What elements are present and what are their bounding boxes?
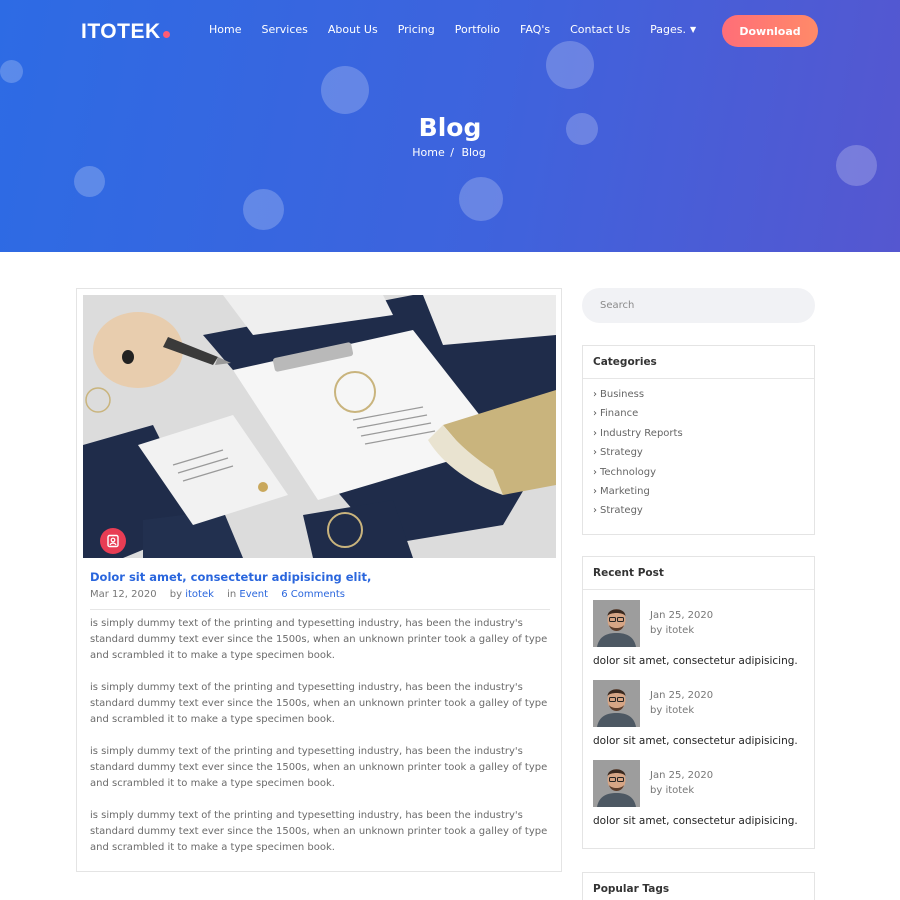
post-paragraph: is simply dummy text of the printing and… xyxy=(90,810,548,853)
post-category-link[interactable]: Event xyxy=(239,589,268,600)
post-in-label: in xyxy=(227,589,237,600)
post-title-link[interactable]: Dolor sit amet, consectetur adipisicing … xyxy=(90,570,550,584)
recent-post-author: by itotek xyxy=(650,785,695,796)
post-by-label: by xyxy=(169,589,183,600)
chevron-right-icon: › xyxy=(593,466,597,478)
category-label: Industry Reports xyxy=(600,427,683,439)
category-item-strategy-2[interactable]: › Strategy xyxy=(593,505,814,524)
nav-item-services[interactable]: Services xyxy=(261,23,307,36)
category-list: › Business › Finance › Industry Reports › St… xyxy=(583,379,814,525)
author-avatar xyxy=(593,760,640,807)
category-item-business[interactable]: › Business xyxy=(593,389,814,408)
chevron-right-icon: › xyxy=(593,485,597,497)
nav-item-contact-us[interactable]: Contact Us xyxy=(570,23,630,36)
category-label: Strategy xyxy=(600,447,643,459)
blog-post-card: Dolor sit amet, consectetur adipisicing … xyxy=(76,288,562,872)
post-meta: Mar 12, 2020 by itotek in Event 6 Commen… xyxy=(90,589,345,600)
avatar-portrait xyxy=(593,680,640,727)
caret-down-icon: ▼ xyxy=(690,25,697,34)
chevron-right-icon: › xyxy=(593,447,597,459)
author-avatar xyxy=(593,680,640,727)
category-label: Business xyxy=(600,389,645,400)
nav-item-portfolio[interactable]: Portfolio xyxy=(455,23,500,36)
category-label: Technology xyxy=(600,466,657,478)
post-body: is simply dummy text of the printing and… xyxy=(90,616,548,872)
category-label: Strategy xyxy=(600,505,643,517)
decor-bubble xyxy=(459,177,503,221)
post-paragraph: is simply dummy text of the printing and… xyxy=(90,746,548,789)
recent-post-author: by itotek xyxy=(650,625,695,636)
nav-item-home[interactable]: Home xyxy=(209,23,241,36)
category-item-strategy[interactable]: › Strategy xyxy=(593,447,814,466)
avatar-portrait xyxy=(593,600,640,647)
nav-item-about-us[interactable]: About Us xyxy=(328,23,378,36)
post-date: Mar 12, 2020 xyxy=(90,589,157,600)
recent-post-date: Jan 25, 2020 xyxy=(650,770,714,781)
nav-menu: Home Services About Us Pricing Portfolio… xyxy=(209,23,696,36)
page-header: ITOTEK Home Services About Us Pricing Po… xyxy=(0,0,900,252)
breadcrumb-home-link[interactable]: Home xyxy=(412,146,444,159)
chevron-right-icon: › xyxy=(593,427,597,439)
categories-title: Categories xyxy=(583,346,814,379)
post-author-link[interactable]: itotek xyxy=(185,589,214,600)
category-item-industry-reports[interactable]: › Industry Reports xyxy=(593,428,814,447)
decor-bubble xyxy=(74,166,105,197)
post-paragraph: is simply dummy text of the printing and… xyxy=(90,682,548,725)
recent-post-date: Jan 25, 2020 xyxy=(650,690,714,701)
post-featured-image[interactable] xyxy=(83,295,556,558)
recent-post-author: by itotek xyxy=(650,705,695,716)
popular-tags-title: Popular Tags xyxy=(593,883,670,895)
image-gallery-glyph xyxy=(107,534,119,548)
chevron-right-icon: › xyxy=(593,408,597,420)
recent-post-title[interactable]: dolor sit amet, consectetur adipisicing. xyxy=(593,735,798,747)
recent-post-item[interactable]: Jan 25, 2020 by itotek dolor sit amet, c… xyxy=(583,590,814,670)
category-label: Finance xyxy=(600,408,639,420)
decor-bubble xyxy=(321,66,369,114)
avatar-portrait xyxy=(593,760,640,807)
breadcrumb: Home / Blog xyxy=(0,146,900,159)
chevron-right-icon: › xyxy=(593,389,597,400)
author-avatar xyxy=(593,600,640,647)
recent-post-title[interactable]: dolor sit amet, consectetur adipisicing. xyxy=(593,655,798,667)
chevron-right-icon: › xyxy=(593,505,597,517)
categories-widget: Categories › Business › Finance › Industry … xyxy=(582,345,815,535)
nav-item-pages-label: Pages. xyxy=(650,23,687,36)
breadcrumb-current: Blog xyxy=(461,146,486,159)
recent-posts-title: Recent Post xyxy=(583,557,814,590)
post-divider xyxy=(90,609,550,610)
brand-logo[interactable]: ITOTEK xyxy=(81,20,170,44)
search-input[interactable] xyxy=(582,288,815,323)
brand-name: ITOTEK xyxy=(81,20,161,43)
main-navbar: ITOTEK Home Services About Us Pricing Po… xyxy=(0,0,900,62)
decor-bubble xyxy=(243,189,284,230)
brand-dot xyxy=(162,31,170,38)
category-item-finance[interactable]: › Finance xyxy=(593,408,814,427)
recent-posts-widget: Recent Post Jan 25, 2020 by itotek dolor… xyxy=(582,556,815,849)
stationery-mockup-image xyxy=(83,295,556,558)
category-item-technology[interactable]: › Technology xyxy=(593,467,814,486)
download-button[interactable]: Download xyxy=(722,15,818,47)
breadcrumb-separator: / xyxy=(450,146,454,159)
recent-post-title[interactable]: dolor sit amet, consectetur adipisicing. xyxy=(593,815,798,827)
page-title: Blog xyxy=(418,113,482,142)
nav-item-pricing[interactable]: Pricing xyxy=(398,23,435,36)
recent-post-item[interactable]: Jan 25, 2020 by itotek dolor sit amet, c… xyxy=(583,670,814,750)
decor-bubble xyxy=(0,60,23,83)
recent-post-date: Jan 25, 2020 xyxy=(650,610,714,621)
popular-tags-widget: Popular Tags xyxy=(582,872,815,900)
nav-item-faqs[interactable]: FAQ's xyxy=(520,23,550,36)
post-paragraph: is simply dummy text of the printing and… xyxy=(90,618,548,661)
image-gallery-icon[interactable] xyxy=(100,528,126,554)
post-comments-link[interactable]: 6 Comments xyxy=(281,589,345,600)
category-item-marketing[interactable]: › Marketing xyxy=(593,486,814,505)
recent-post-item[interactable]: Jan 25, 2020 by itotek dolor sit amet, c… xyxy=(583,750,814,830)
nav-item-pages-dropdown[interactable]: Pages. ▼ xyxy=(650,23,696,36)
category-label: Marketing xyxy=(600,485,650,497)
